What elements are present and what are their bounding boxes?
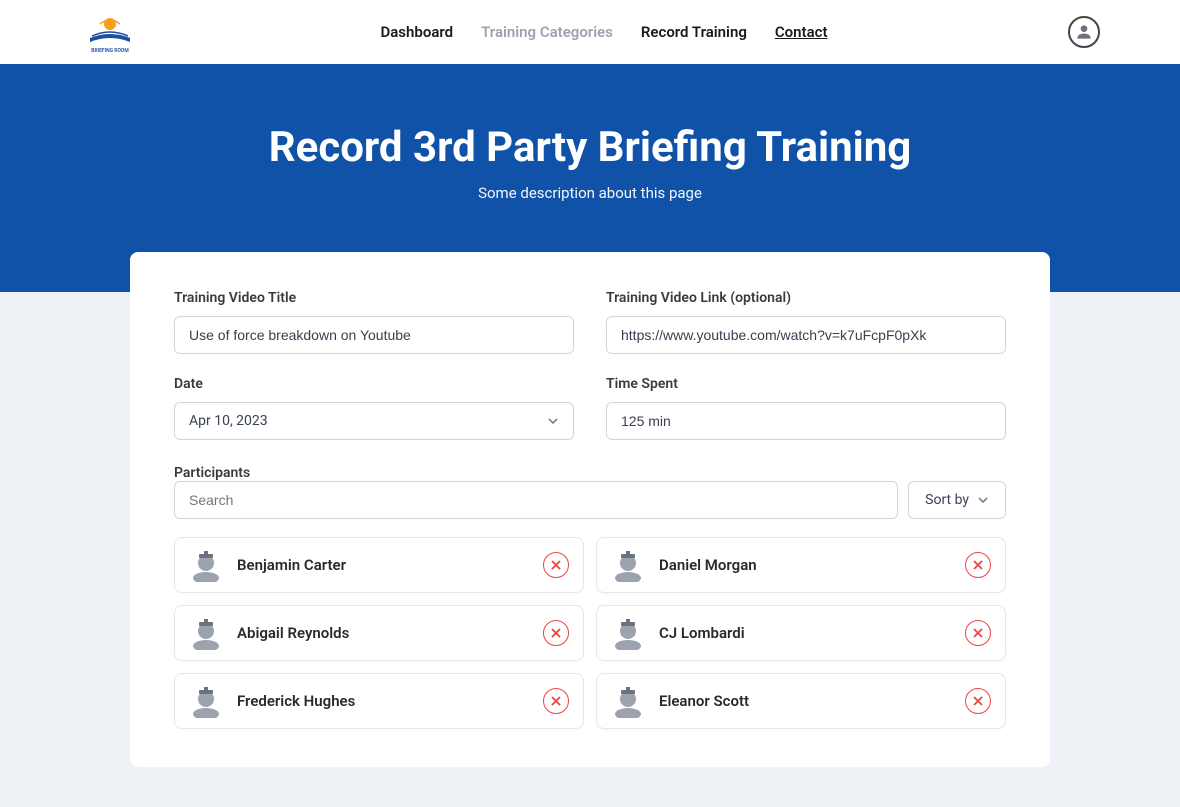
officer-avatar-icon (189, 548, 223, 582)
brand-logo[interactable]: BRIEFING ROOM (80, 10, 140, 54)
date-select[interactable]: Apr 10, 2023 (174, 402, 574, 440)
participant-name: Abigail Reynolds (237, 624, 529, 642)
form-card: Training Video Title Training Video Link… (130, 252, 1050, 767)
time-input[interactable] (606, 402, 1006, 440)
page-title: Record 3rd Party Briefing Training (240, 124, 940, 172)
participants-label: Participants (174, 465, 250, 481)
nav-contact[interactable]: Contact (775, 23, 828, 41)
participants-search-input[interactable] (174, 481, 898, 519)
time-label: Time Spent (606, 376, 1006, 392)
top-nav: BRIEFING ROOM Dashboard Training Categor… (0, 0, 1180, 64)
participant-name: Eleanor Scott (659, 692, 951, 710)
remove-participant-button[interactable] (543, 552, 569, 578)
svg-text:BRIEFING ROOM: BRIEFING ROOM (91, 48, 129, 54)
participant-card: Benjamin Carter (174, 537, 584, 593)
nav-training-categories[interactable]: Training Categories (481, 23, 613, 41)
title-label: Training Video Title (174, 290, 574, 306)
officer-avatar-icon (611, 616, 645, 650)
date-label: Date (174, 376, 574, 392)
chevron-down-icon (547, 415, 559, 427)
link-label: Training Video Link (optional) (606, 290, 1006, 306)
link-input[interactable] (606, 316, 1006, 354)
profile-button[interactable] (1068, 16, 1100, 48)
officer-avatar-icon (189, 616, 223, 650)
officer-avatar-icon (189, 684, 223, 718)
remove-participant-button[interactable] (965, 620, 991, 646)
participant-name: Frederick Hughes (237, 692, 529, 710)
title-input[interactable] (174, 316, 574, 354)
sort-label: Sort by (925, 492, 969, 508)
page-subtitle: Some description about this page (20, 184, 1160, 202)
remove-participant-button[interactable] (965, 688, 991, 714)
participant-name: Daniel Morgan (659, 556, 951, 574)
remove-participant-button[interactable] (543, 620, 569, 646)
officer-avatar-icon (611, 548, 645, 582)
sort-by-button[interactable]: Sort by (908, 481, 1006, 519)
officer-avatar-icon (611, 684, 645, 718)
user-avatar-icon (1074, 22, 1094, 42)
book-logo-icon: BRIEFING ROOM (80, 10, 140, 54)
participant-card: Eleanor Scott (596, 673, 1006, 729)
participants-grid: Benjamin Carter Daniel Morgan Abigail Re… (174, 537, 1006, 729)
remove-participant-button[interactable] (543, 688, 569, 714)
remove-participant-button[interactable] (965, 552, 991, 578)
participant-card: CJ Lombardi (596, 605, 1006, 661)
participant-card: Frederick Hughes (174, 673, 584, 729)
participant-card: Abigail Reynolds (174, 605, 584, 661)
participant-name: CJ Lombardi (659, 624, 951, 642)
nav-record-training[interactable]: Record Training (641, 23, 747, 41)
participant-card: Daniel Morgan (596, 537, 1006, 593)
chevron-down-icon (977, 494, 989, 506)
nav-links: Dashboard Training Categories Record Tra… (140, 23, 1068, 41)
date-value: Apr 10, 2023 (189, 413, 268, 429)
participant-name: Benjamin Carter (237, 556, 529, 574)
nav-dashboard[interactable]: Dashboard (380, 23, 453, 41)
